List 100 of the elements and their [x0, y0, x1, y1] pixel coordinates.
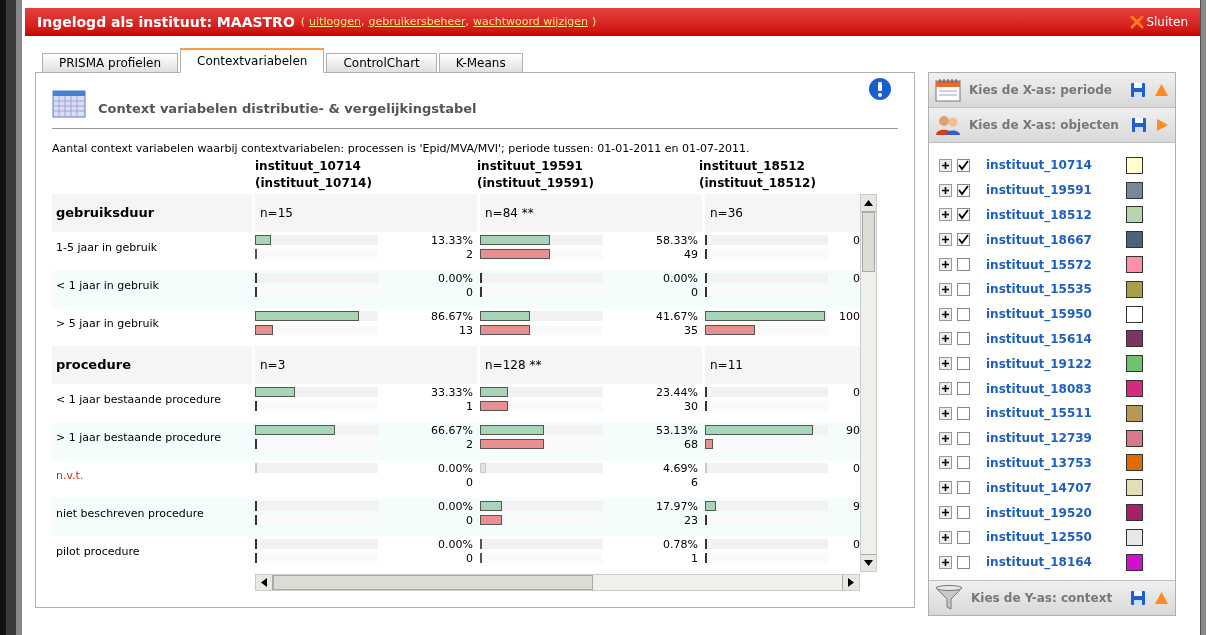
expand-button[interactable]	[939, 357, 952, 371]
tab[interactable]: PRISMA profielen	[42, 53, 178, 72]
calendar-icon	[935, 78, 961, 102]
header-link[interactable]: wachtwoord wijzigen	[473, 13, 588, 31]
horizontal-scrollbar[interactable]	[255, 573, 860, 591]
expand-button[interactable]	[939, 481, 952, 495]
save-icon[interactable]	[1130, 590, 1146, 606]
expand-button[interactable]	[939, 282, 952, 296]
checkbox[interactable]	[957, 431, 970, 445]
scroll-right-icon[interactable]	[848, 577, 854, 587]
checkbox[interactable]	[957, 282, 970, 296]
column-header: instituut_19591	[477, 157, 584, 175]
funnel-icon	[935, 585, 963, 611]
separator: ,	[465, 13, 469, 30]
checkbox[interactable]	[957, 382, 970, 396]
plus-icon	[942, 186, 949, 194]
scroll-left-icon[interactable]	[261, 577, 267, 587]
save-icon[interactable]	[1131, 117, 1147, 133]
plus-icon	[942, 484, 949, 492]
percentage-value: 17.97%	[656, 499, 698, 514]
section-header[interactable]: Kies de X-as: objecten	[929, 108, 1175, 143]
save-icon[interactable]	[1130, 82, 1146, 98]
checkbox[interactable]	[957, 208, 970, 222]
expand-button[interactable]	[939, 332, 952, 346]
tab[interactable]: Contextvariabelen	[180, 48, 325, 73]
checkbox[interactable]	[957, 233, 970, 247]
checkbox[interactable]	[957, 555, 970, 569]
section-header[interactable]: Kies de X-as: periode	[929, 73, 1175, 108]
section-header[interactable]: Kies de Y-as: context	[929, 580, 1175, 615]
expand-button[interactable]	[939, 208, 952, 222]
object-link[interactable]: instituut_15535	[986, 280, 1126, 299]
expand-button[interactable]	[939, 158, 952, 172]
checkbox[interactable]	[957, 158, 970, 172]
object-link[interactable]: instituut_12550	[986, 528, 1126, 547]
plus-icon	[942, 335, 949, 343]
object-link[interactable]: instituut_15511	[986, 404, 1126, 423]
tab[interactable]: K-Means	[438, 53, 523, 72]
close-button[interactable]: Sluiten	[1130, 13, 1188, 31]
object-link[interactable]: instituut_14707	[986, 478, 1126, 497]
percentage-value: 33.33%	[431, 385, 473, 400]
scroll-up-icon[interactable]	[864, 199, 873, 206]
object-link[interactable]: instituut_15950	[986, 305, 1126, 324]
scroll-thumb[interactable]	[273, 574, 593, 590]
checkbox[interactable]	[957, 406, 970, 420]
expand-button[interactable]	[939, 555, 952, 569]
expand-button[interactable]	[939, 183, 952, 197]
vertical-scrollbar[interactable]	[860, 193, 877, 572]
group-label: gebruiksduur	[56, 203, 155, 222]
plus-icon	[942, 409, 949, 417]
object-link[interactable]: instituut_18083	[986, 379, 1126, 398]
checkbox[interactable]	[957, 506, 970, 520]
object-link[interactable]: instituut_10714	[986, 156, 1126, 175]
header-link[interactable]: gebruikersbeheer	[368, 13, 466, 31]
checkbox[interactable]	[957, 481, 970, 495]
page-title: Ingelogd als instituut: MAASTRO	[37, 12, 295, 32]
tab[interactable]: ControlChart	[326, 53, 437, 72]
checkbox[interactable]	[957, 183, 970, 197]
object-link[interactable]: instituut_13753	[986, 453, 1126, 472]
checkbox[interactable]	[957, 530, 970, 544]
header-link[interactable]: uitloggen	[309, 13, 361, 31]
column-header: (instituut_10714)	[255, 174, 373, 192]
object-link[interactable]: instituut_19122	[986, 354, 1126, 373]
parenthesis: (	[300, 13, 306, 30]
scroll-thumb[interactable]	[862, 211, 875, 272]
expand-button[interactable]	[939, 382, 952, 396]
percentage-value: 100	[839, 309, 860, 324]
checkbox[interactable]	[957, 258, 970, 272]
scroll-down-icon[interactable]	[864, 559, 873, 566]
expand-button[interactable]	[939, 406, 952, 420]
group-count: n=3	[260, 356, 286, 374]
object-link[interactable]: instituut_15572	[986, 255, 1126, 274]
expand-button[interactable]	[939, 456, 952, 470]
expand-button[interactable]	[939, 506, 952, 520]
object-link[interactable]: instituut_18667	[986, 230, 1126, 249]
percentage-value: 90	[846, 423, 860, 438]
row-label: < 1 jaar bestaande procedure	[56, 392, 222, 406]
object-link[interactable]: instituut_12739	[986, 429, 1126, 448]
percentage-value: 0.00%	[663, 271, 698, 286]
object-link[interactable]: instituut_15614	[986, 329, 1126, 348]
expand-button[interactable]	[939, 233, 952, 247]
percentage-value: 13.33%	[431, 233, 473, 248]
object-link[interactable]: instituut_19520	[986, 503, 1126, 522]
checkbox[interactable]	[957, 332, 970, 346]
checkbox[interactable]	[957, 307, 970, 321]
group-count: n=84 **	[485, 204, 534, 222]
percentage-value: 53.13%	[656, 423, 698, 438]
expand-button[interactable]	[939, 258, 952, 272]
row-label: < 1 jaar in gebruik	[56, 278, 159, 292]
info-icon[interactable]	[868, 77, 892, 101]
object-link[interactable]: instituut_18512	[986, 206, 1126, 224]
expand-button[interactable]	[939, 431, 952, 445]
expand-button[interactable]	[939, 307, 952, 321]
object-link[interactable]: instituut_19591	[986, 181, 1126, 200]
object-link[interactable]: instituut_18164	[986, 553, 1126, 572]
checkbox[interactable]	[957, 357, 970, 371]
group-count: n=15	[260, 204, 293, 222]
group-label: procedure	[56, 355, 131, 374]
expand-button[interactable]	[939, 530, 952, 544]
group-count: n=36	[710, 204, 743, 222]
checkbox[interactable]	[957, 456, 970, 470]
